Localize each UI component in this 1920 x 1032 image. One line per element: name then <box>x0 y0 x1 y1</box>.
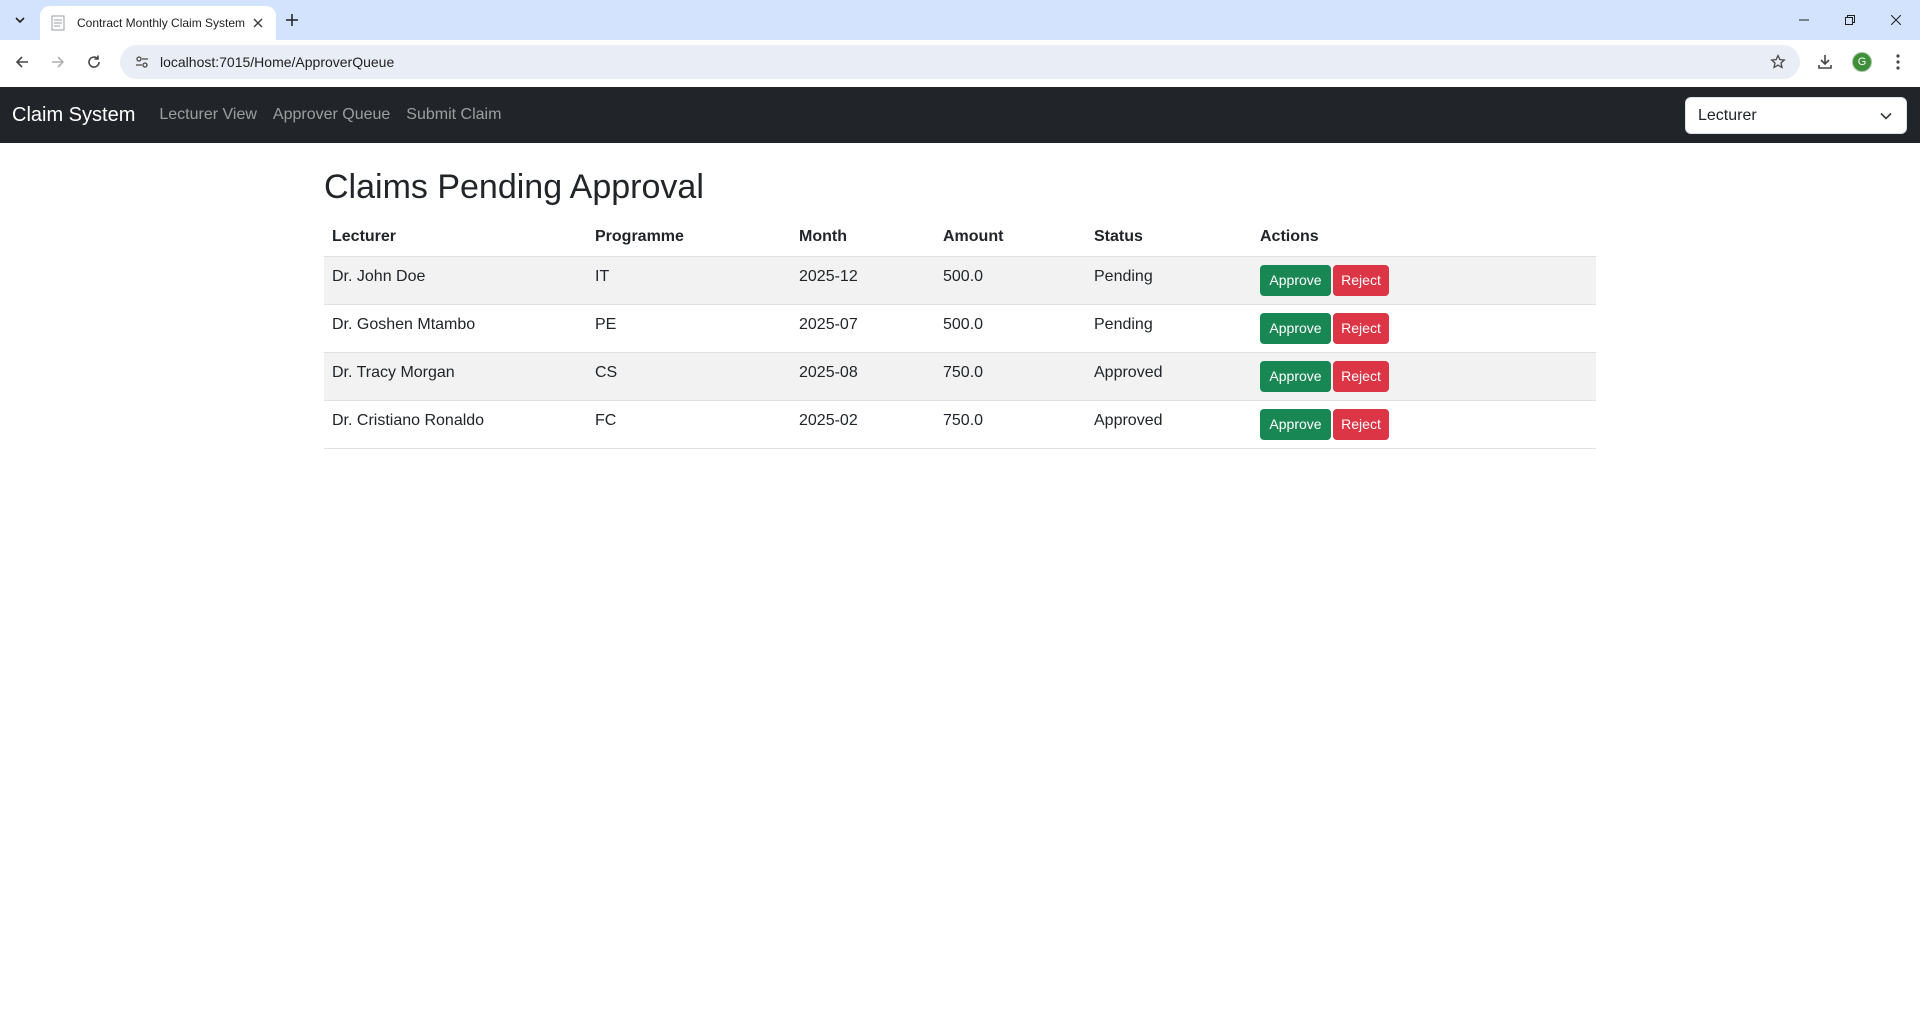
approve-button[interactable]: Approve <box>1260 265 1331 297</box>
restore-icon[interactable] <box>1838 8 1862 32</box>
url-text[interactable]: localhost:7015/Home/ApproverQueue <box>160 54 1766 70</box>
cell-programme: IT <box>587 256 791 306</box>
cell-month: 2025-02 <box>791 400 935 450</box>
cell-actions: Approve Reject <box>1252 400 1596 450</box>
cell-actions: Approve Reject <box>1252 304 1596 354</box>
column-header-programme: Programme <box>587 217 791 258</box>
back-arrow-icon[interactable] <box>10 50 34 74</box>
minimize-icon[interactable] <box>1792 8 1816 32</box>
brand-link[interactable]: Claim System <box>12 104 135 127</box>
tab-title: Contract Monthly Claim System <box>77 16 246 30</box>
close-window-icon[interactable] <box>1884 8 1908 32</box>
cell-amount: 750.0 <box>935 400 1086 450</box>
forward-arrow-icon[interactable] <box>46 50 70 74</box>
cell-amount: 500.0 <box>935 304 1086 354</box>
download-icon[interactable] <box>1813 50 1837 74</box>
browser-tabstrip: Contract Monthly Claim System <box>0 0 1920 40</box>
cell-programme: PE <box>587 304 791 354</box>
new-tab-plus-icon[interactable] <box>282 10 302 30</box>
page-title: Claims Pending Approval <box>324 168 704 206</box>
role-select-value: Lecturer <box>1698 106 1757 124</box>
cell-lecturer: Dr. Tracy Morgan <box>324 352 587 402</box>
nav-link-approver-queue[interactable]: Approver Queue <box>273 106 390 124</box>
reload-icon[interactable] <box>82 50 106 74</box>
nav-link-submit-claim[interactable]: Submit Claim <box>406 106 501 124</box>
document-icon <box>51 15 67 31</box>
column-header-actions: Actions <box>1252 217 1596 258</box>
profile-avatar[interactable]: G <box>1852 52 1872 72</box>
cell-lecturer: Dr. Cristiano Ronaldo <box>324 400 587 450</box>
cell-status: Pending <box>1086 256 1252 306</box>
approve-button[interactable]: Approve <box>1260 409 1331 441</box>
column-header-month: Month <box>791 217 935 258</box>
table-header-row: Lecturer Programme Month Amount Status A… <box>324 217 1596 258</box>
reject-button[interactable]: Reject <box>1333 313 1389 345</box>
bookmark-star-icon[interactable] <box>1766 50 1790 74</box>
cell-programme: FC <box>587 400 791 450</box>
table-row: Dr. Goshen Mtambo PE 2025-07 500.0 Pendi… <box>324 304 1596 354</box>
reject-button[interactable]: Reject <box>1333 409 1389 441</box>
site-info-icon[interactable] <box>132 52 152 72</box>
cell-actions: Approve Reject <box>1252 352 1596 402</box>
role-select[interactable]: Lecturer <box>1685 97 1907 134</box>
reject-button[interactable]: Reject <box>1333 361 1389 393</box>
cell-status: Pending <box>1086 304 1252 354</box>
column-header-lecturer: Lecturer <box>324 217 587 258</box>
browser-tab-active[interactable]: Contract Monthly Claim System <box>40 6 276 40</box>
approve-button[interactable]: Approve <box>1260 361 1331 393</box>
approve-button[interactable]: Approve <box>1260 313 1331 345</box>
address-bar[interactable]: localhost:7015/Home/ApproverQueue <box>120 45 1800 79</box>
tab-search-chevron-icon[interactable] <box>8 8 32 32</box>
column-header-amount: Amount <box>935 217 1086 258</box>
table-row: Dr. John Doe IT 2025-12 500.0 Pending Ap… <box>324 256 1596 306</box>
close-tab-icon[interactable] <box>250 15 266 31</box>
cell-lecturer: Dr. Goshen Mtambo <box>324 304 587 354</box>
browser-toolbar: localhost:7015/Home/ApproverQueue G <box>0 40 1920 87</box>
cell-month: 2025-07 <box>791 304 935 354</box>
cell-amount: 750.0 <box>935 352 1086 402</box>
nav-link-lecturer-view[interactable]: Lecturer View <box>159 106 257 124</box>
cell-amount: 500.0 <box>935 256 1086 306</box>
column-header-status: Status <box>1086 217 1252 258</box>
cell-programme: CS <box>587 352 791 402</box>
cell-lecturer: Dr. John Doe <box>324 256 587 306</box>
claims-table: Lecturer Programme Month Amount Status A… <box>324 217 1596 450</box>
main-content: Claims Pending Approval Lecturer Program… <box>324 143 1596 450</box>
app-navbar: Claim System Lecturer View Approver Queu… <box>0 87 1920 143</box>
cell-month: 2025-12 <box>791 256 935 306</box>
kebab-menu-icon[interactable] <box>1886 50 1910 74</box>
cell-month: 2025-08 <box>791 352 935 402</box>
chevron-down-icon <box>1878 108 1894 124</box>
table-row: Dr. Cristiano Ronaldo FC 2025-02 750.0 A… <box>324 400 1596 450</box>
cell-status: Approved <box>1086 400 1252 450</box>
cell-status: Approved <box>1086 352 1252 402</box>
cell-actions: Approve Reject <box>1252 256 1596 306</box>
reject-button[interactable]: Reject <box>1333 265 1389 297</box>
table-row: Dr. Tracy Morgan CS 2025-08 750.0 Approv… <box>324 352 1596 402</box>
